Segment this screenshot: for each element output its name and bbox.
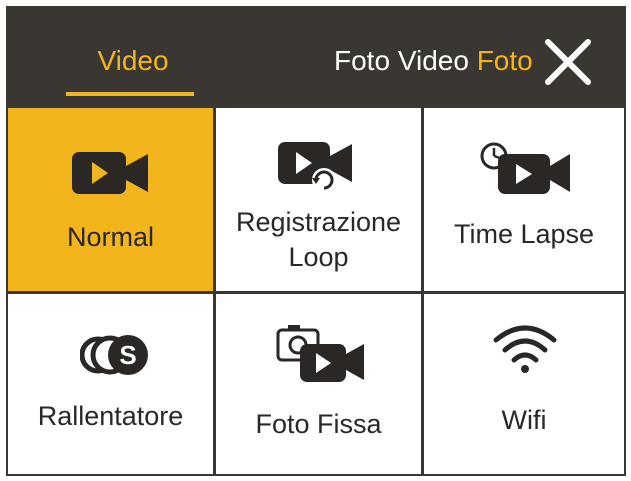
mode-photo-still[interactable]: Foto Fissa: [216, 294, 421, 474]
wifi-icon: [493, 325, 557, 373]
tab-video[interactable]: Video: [398, 44, 469, 78]
camera-mode-screen: Video Foto Video Foto Normal Registrazio…: [6, 6, 626, 476]
tabs-right-group: Foto Video Foto: [334, 44, 533, 78]
mode-topbar: Video Foto Video Foto: [8, 8, 624, 108]
photo-video-icon: [276, 325, 364, 382]
loop-video-icon: [278, 142, 352, 192]
video-camera-icon: [72, 152, 148, 194]
mode-label: Time Lapse: [453, 219, 595, 249]
close-icon: [545, 39, 591, 85]
close-button[interactable]: [542, 36, 594, 88]
mode-slow-motion[interactable]: S Rallentatore: [8, 294, 213, 474]
slow-motion-icon: S: [80, 335, 148, 375]
mode-grid: Normal Registrazione Loop Time Lapse S R…: [8, 108, 624, 474]
mode-label: Foto Fissa: [255, 409, 382, 439]
tab-foto[interactable]: Foto: [334, 44, 390, 78]
svg-text:S: S: [119, 340, 136, 370]
mode-label: Rallentatore: [37, 401, 184, 431]
mode-label: Normal: [66, 222, 154, 252]
mode-loop-recording[interactable]: Registrazione Loop: [216, 108, 421, 291]
mode-label-line1: Registrazione: [235, 207, 402, 237]
mode-wifi[interactable]: Wifi: [424, 294, 624, 474]
mode-normal[interactable]: Normal: [8, 108, 213, 291]
active-tab-underline: [66, 92, 194, 96]
mode-time-lapse[interactable]: Time Lapse: [424, 108, 624, 291]
mode-label: Wifi: [501, 405, 547, 435]
tab-foto-highlight[interactable]: Foto: [477, 44, 533, 78]
tab-video-active[interactable]: Video: [68, 44, 198, 78]
grid-divider-horizontal: [8, 291, 624, 294]
timelapse-video-icon: [480, 142, 570, 194]
mode-label-line2: Loop: [288, 242, 349, 272]
